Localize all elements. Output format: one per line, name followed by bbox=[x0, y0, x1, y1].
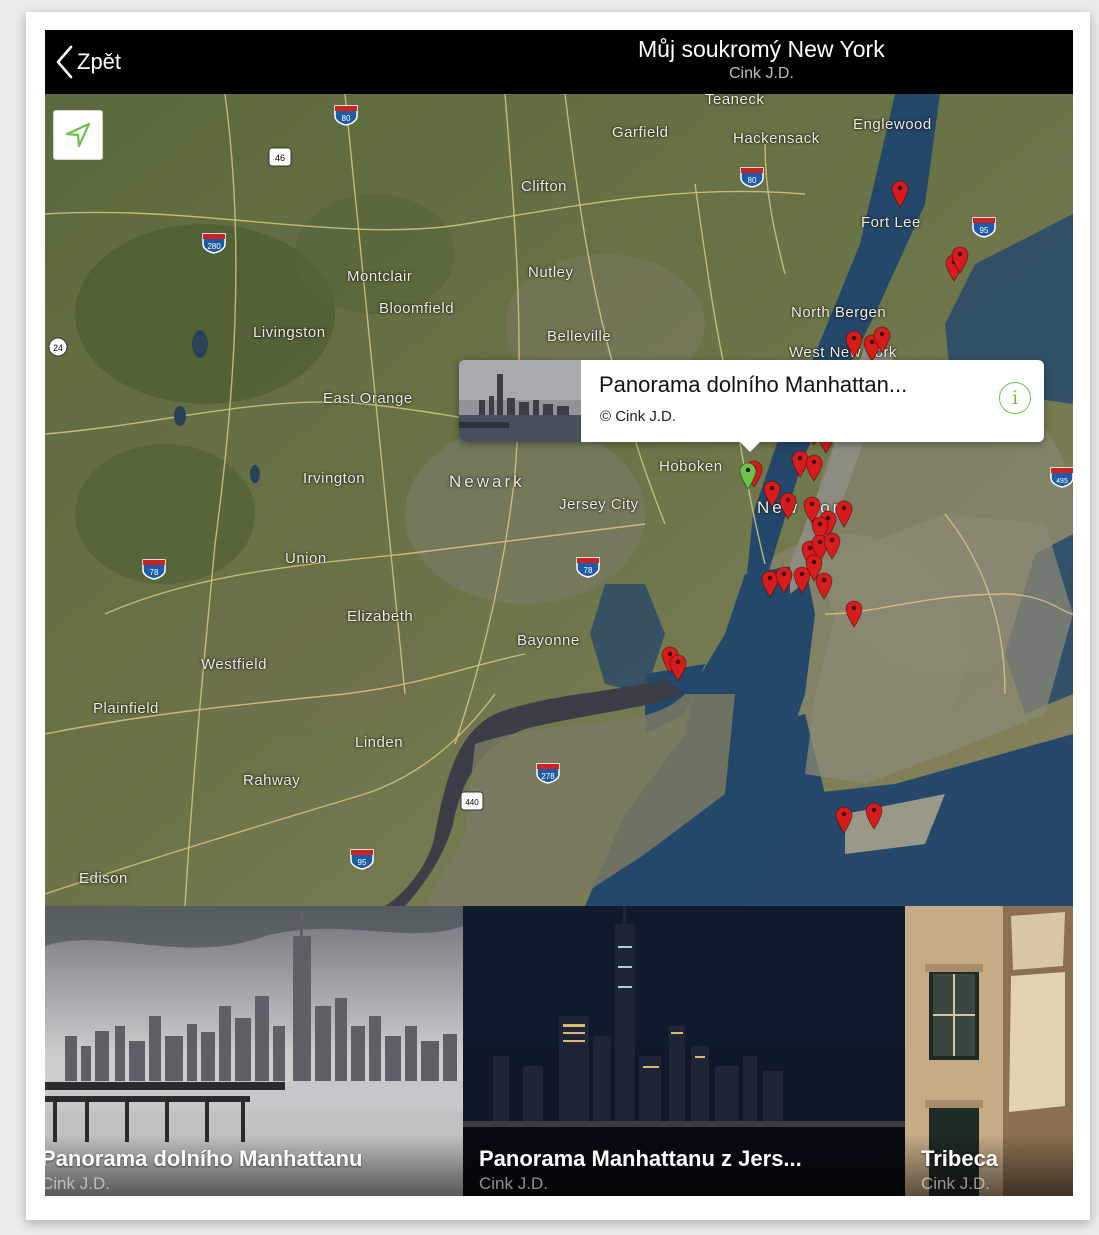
map-pin-icon[interactable] bbox=[805, 454, 823, 482]
place-label: Clifton bbox=[521, 178, 568, 195]
map-pin-icon[interactable] bbox=[815, 572, 833, 600]
map-pin-icon[interactable] bbox=[865, 802, 883, 830]
interstate-shield-icon: 95 bbox=[349, 848, 375, 870]
callout-thumbnail bbox=[459, 360, 581, 442]
shield-number: 78 bbox=[150, 568, 159, 577]
callout-pointer bbox=[738, 440, 762, 452]
gallery-card[interactable]: Panorama Manhattanu z Jers... Cink J.D. bbox=[463, 906, 905, 1196]
shield-number: 24 bbox=[53, 343, 63, 353]
shield-number: 440 bbox=[465, 798, 479, 807]
place-label: Hoboken bbox=[659, 458, 723, 475]
callout-author: © Cink J.D. bbox=[600, 408, 677, 425]
place-label: Edison bbox=[79, 870, 128, 887]
place-label: Bloomfield bbox=[379, 300, 455, 317]
card-author: Cink J.D. bbox=[45, 1174, 110, 1193]
map-view[interactable]: Teaneck Garfield Hackensack Englewood Cl… bbox=[45, 94, 1073, 906]
map-pin-icon[interactable] bbox=[669, 654, 687, 682]
shield-number: 280 bbox=[207, 242, 221, 251]
interstate-shield-icon: 95 bbox=[971, 216, 997, 238]
page-subtitle: Cink J.D. bbox=[729, 65, 794, 82]
map-pin-icon[interactable] bbox=[835, 500, 853, 528]
card-title: Panorama dolního Manhattanu bbox=[45, 1146, 363, 1171]
locate-me-button[interactable] bbox=[53, 110, 103, 160]
shield-number: 80 bbox=[748, 176, 757, 185]
route-shield-icon: 24 bbox=[45, 336, 71, 358]
shield-number: 95 bbox=[358, 858, 367, 867]
selected-map-pin-icon[interactable] bbox=[739, 462, 757, 490]
shield-number: 278 bbox=[541, 772, 555, 781]
route-shield-icon: 46 bbox=[267, 146, 293, 168]
interstate-shield-icon: 280 bbox=[201, 232, 227, 254]
interstate-shield-icon: 278 bbox=[535, 762, 561, 784]
interstate-shield-icon: 80 bbox=[739, 166, 765, 188]
shield-number: 495 bbox=[1056, 478, 1068, 485]
place-label: Nutley bbox=[528, 264, 574, 281]
interstate-shield-icon: 80 bbox=[333, 104, 359, 126]
interstate-shield-icon: 495 bbox=[1049, 466, 1073, 488]
place-label: Jersey City bbox=[559, 496, 639, 513]
map-pin-icon[interactable] bbox=[951, 246, 969, 274]
map-pin-icon[interactable] bbox=[845, 600, 863, 628]
place-label: Fort Lee bbox=[861, 214, 921, 231]
shield-number: 46 bbox=[275, 153, 285, 163]
place-label: Englewood bbox=[853, 116, 932, 133]
place-label: Irvington bbox=[303, 470, 366, 487]
place-label: Westfield bbox=[201, 656, 267, 673]
place-label: Union bbox=[285, 550, 327, 567]
place-label: Plainfield bbox=[93, 700, 159, 717]
card-author: Cink J.D. bbox=[921, 1174, 990, 1193]
photo-gallery[interactable]: Panorama dolního Manhattanu Cink J.D. Pa… bbox=[45, 906, 1073, 1196]
page-title: Můj soukromý New York bbox=[638, 36, 885, 62]
navigation-bar: Zpět Můj soukromý New York Cink J.D. bbox=[45, 30, 1073, 94]
map-pin-icon[interactable] bbox=[891, 180, 909, 208]
map-pin-icon[interactable] bbox=[793, 566, 811, 594]
interstate-shield-icon: 78 bbox=[575, 556, 601, 578]
gallery-card[interactable]: Panorama dolního Manhattanu Cink J.D. bbox=[45, 906, 463, 1196]
place-label: East Orange bbox=[323, 390, 413, 407]
route-shield-icon: 440 bbox=[459, 790, 485, 812]
place-label: Hackensack bbox=[733, 130, 820, 147]
nav-title-block: Můj soukromý New York Cink J.D. bbox=[45, 36, 1073, 83]
map-pin-icon[interactable] bbox=[823, 532, 841, 560]
card-title: Tribeca bbox=[921, 1146, 999, 1171]
gallery-card[interactable]: Tribeca Cink J.D. bbox=[905, 906, 1073, 1196]
map-pin-icon[interactable] bbox=[835, 806, 853, 834]
map-pin-icon[interactable] bbox=[845, 330, 863, 358]
map-callout[interactable]: Panorama dolního Manhattan... © Cink J.D… bbox=[459, 360, 1044, 452]
callout-title: Panorama dolního Manhattan... bbox=[599, 372, 908, 397]
app-screen: Zpět Můj soukromý New York Cink J.D. Tea… bbox=[45, 30, 1073, 1196]
interstate-shield-icon: 78 bbox=[141, 558, 167, 580]
place-label: Newark bbox=[449, 472, 525, 491]
place-label: Belleville bbox=[547, 328, 612, 345]
shield-number: 78 bbox=[584, 566, 593, 575]
place-label: Teaneck bbox=[705, 94, 765, 108]
card-author: Cink J.D. bbox=[479, 1174, 548, 1193]
location-arrow-icon bbox=[65, 122, 91, 148]
place-label: North Bergen bbox=[791, 304, 887, 321]
info-icon[interactable]: i bbox=[999, 382, 1031, 414]
place-label: Livingston bbox=[253, 324, 326, 341]
place-label: Elizabeth bbox=[347, 608, 414, 625]
map-pin-icon[interactable] bbox=[779, 492, 797, 520]
place-label: Montclair bbox=[347, 268, 413, 285]
place-label: Rahway bbox=[243, 772, 301, 789]
place-label: Bayonne bbox=[517, 632, 580, 649]
map-pin-icon[interactable] bbox=[873, 326, 891, 354]
shield-number: 95 bbox=[980, 226, 989, 235]
place-label: Linden bbox=[355, 734, 404, 751]
card-title: Panorama Manhattanu z Jers... bbox=[479, 1146, 802, 1171]
place-label: Garfield bbox=[612, 124, 669, 141]
shield-number: 80 bbox=[342, 114, 351, 123]
map-pin-icon[interactable] bbox=[775, 566, 793, 594]
